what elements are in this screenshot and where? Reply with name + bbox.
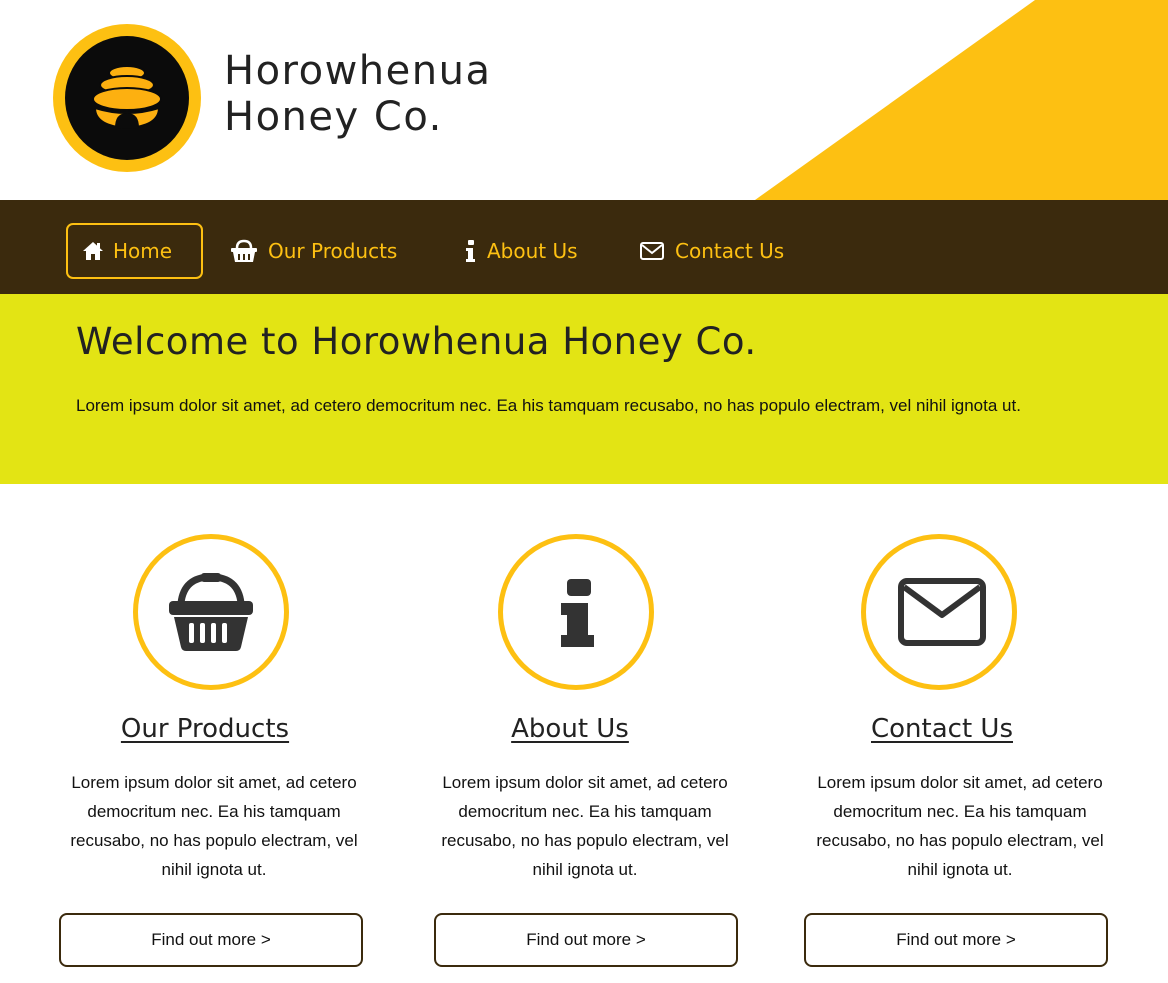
basket-icon (230, 239, 258, 263)
feature-text: Lorem ipsum dolor sit amet, ad cetero de… (70, 773, 358, 879)
site-logo[interactable] (53, 24, 201, 172)
hero-title: Welcome to Horowhenua Honey Co. (76, 320, 757, 363)
nav-item-label: Contact Us (675, 239, 785, 263)
info-icon (561, 579, 594, 647)
feature-text: Lorem ipsum dolor sit amet, ad cetero de… (441, 773, 729, 879)
feature-card-contact: Contact Us Lorem ipsum dolor sit amet, a… (800, 484, 1110, 983)
find-out-more-button[interactable]: Find out more > (804, 913, 1108, 967)
find-out-more-button[interactable]: Find out more > (59, 913, 363, 967)
feature-text: Lorem ipsum dolor sit amet, ad cetero de… (816, 773, 1104, 879)
nav-item-contact[interactable]: Contact Us (639, 223, 784, 279)
nav-item-about[interactable]: About Us (465, 223, 578, 279)
nav-item-label: About Us (487, 239, 578, 263)
site-header: Horowhenua Honey Co. (0, 0, 1168, 200)
nav-item-home[interactable]: Home (66, 223, 203, 279)
feature-icon-circle[interactable] (861, 534, 1017, 690)
feature-title[interactable]: Contact Us (787, 714, 1097, 744)
nav-item-label: Our Products (268, 239, 398, 263)
feature-icon-circle[interactable] (133, 534, 289, 690)
nav-item-products[interactable]: Our Products (230, 223, 397, 279)
feature-card-about: About Us Lorem ipsum dolor sit amet, ad … (430, 484, 740, 983)
envelope-icon (639, 241, 665, 261)
nav-item-label: Home (113, 239, 173, 263)
feature-card-products: Our Products Lorem ipsum dolor sit amet,… (56, 484, 366, 983)
beehive-icon (92, 65, 162, 130)
home-icon (82, 241, 104, 261)
brand-name[interactable]: Horowhenua Honey Co. (224, 48, 491, 140)
basket-icon (169, 573, 253, 651)
brand-line-1: Horowhenua (224, 48, 492, 94)
feature-title[interactable]: Our Products (56, 714, 354, 744)
hero-banner: Welcome to Horowhenua Honey Co. Lorem ip… (0, 294, 1168, 484)
hero-text: Lorem ipsum dolor sit amet, ad cetero de… (76, 396, 1021, 415)
find-out-more-button[interactable]: Find out more > (434, 913, 738, 967)
feature-section: Our Products Lorem ipsum dolor sit amet,… (0, 484, 1168, 983)
feature-icon-circle[interactable] (498, 534, 654, 690)
main-nav: Home Our Products About Us Contact Us (0, 200, 1168, 294)
info-icon (465, 239, 477, 263)
feature-title[interactable]: About Us (415, 714, 725, 744)
brand-line-2: Honey Co. (224, 94, 443, 140)
envelope-icon (898, 578, 986, 646)
